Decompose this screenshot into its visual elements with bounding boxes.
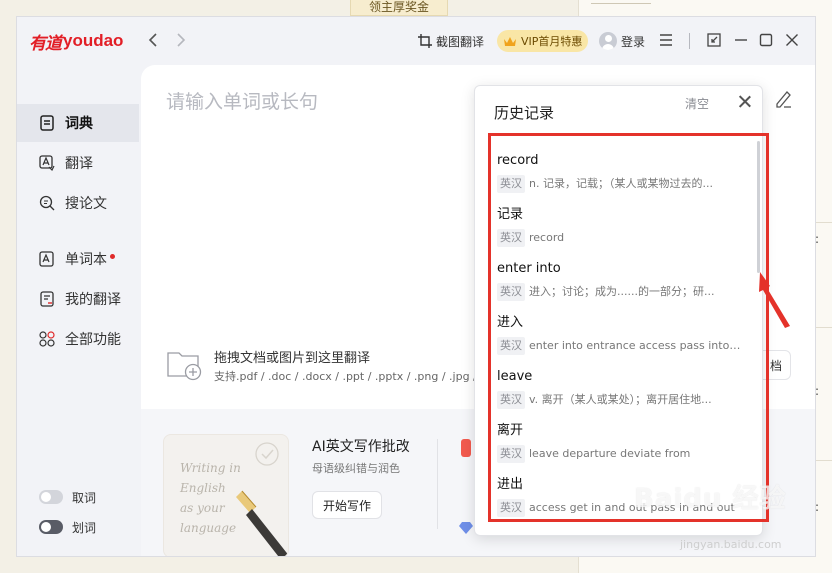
diamond-icon bbox=[459, 522, 473, 534]
background-line bbox=[591, 0, 651, 4]
sidebar-item-dictionary[interactable]: 词典 bbox=[17, 104, 139, 142]
background-mark: : bbox=[815, 500, 820, 514]
folder-add-icon bbox=[167, 352, 202, 381]
logo-chinese: 有道 bbox=[29, 33, 62, 54]
avatar-icon bbox=[599, 32, 617, 50]
menu-button[interactable] bbox=[657, 31, 675, 49]
feature-badge-icon bbox=[461, 439, 471, 457]
search-paper-icon bbox=[38, 194, 56, 212]
close-icon[interactable] bbox=[737, 94, 753, 110]
screenshot-translate-label: 截图翻译 bbox=[436, 34, 485, 49]
handwriting-input-icon[interactable] bbox=[773, 89, 793, 109]
minimize-icon bbox=[735, 39, 747, 41]
login-label: 登录 bbox=[621, 34, 646, 49]
mini-mode-button[interactable] bbox=[705, 31, 723, 49]
sidebar-item-my-translation[interactable]: 我的翻译 bbox=[17, 280, 139, 318]
sidebar-item-label: 单词本 bbox=[65, 252, 107, 268]
handwriting-line: language bbox=[180, 521, 237, 535]
shrink-window-icon bbox=[707, 33, 721, 47]
baidu-watermark: Baidu 经验 bbox=[634, 484, 787, 514]
title-bar: 有道 youdao 截图翻译 VIP首月特惠 登录 bbox=[17, 17, 815, 65]
ai-writing-card-image: Writing in English as your language bbox=[163, 434, 289, 556]
maximize-button[interactable] bbox=[757, 31, 775, 49]
search-input[interactable]: 请输入单词或长句 bbox=[166, 87, 318, 114]
upload-formats: 支持.pdf / .doc / .docx / .ppt / .pptx / .… bbox=[214, 370, 491, 383]
check-stamp-icon bbox=[255, 442, 279, 466]
background-tab: 领主厚奖金 bbox=[350, 0, 448, 16]
annotation-arrow-icon bbox=[759, 272, 790, 328]
chevron-right-icon bbox=[177, 33, 186, 47]
selection-translate-toggle-row: 划词 bbox=[39, 517, 96, 537]
crop-icon bbox=[418, 34, 432, 48]
vip-label: VIP首月特惠 bbox=[521, 35, 583, 48]
my-translation-icon bbox=[38, 290, 56, 308]
sidebar-item-translate[interactable]: 翻译 bbox=[17, 144, 139, 182]
dictionary-icon bbox=[38, 114, 56, 132]
sidebar-item-label: 搜论文 bbox=[65, 196, 107, 212]
start-writing-button[interactable]: 开始写作 bbox=[312, 491, 382, 519]
sidebar-item-label: 词典 bbox=[65, 116, 93, 132]
word-pick-label: 取词 bbox=[72, 490, 97, 505]
back-button[interactable] bbox=[143, 30, 163, 50]
toggle-knob bbox=[41, 522, 51, 532]
handwriting-line: English bbox=[180, 481, 226, 495]
chevron-left-icon bbox=[148, 33, 157, 47]
screenshot-translate-button[interactable]: 截图翻译 bbox=[418, 30, 484, 52]
wordbook-icon bbox=[38, 250, 56, 268]
baidu-watermark-url: jingyan.baidu.com bbox=[680, 538, 782, 551]
all-features-icon bbox=[38, 330, 56, 348]
avatar-head bbox=[604, 35, 612, 42]
close-button[interactable] bbox=[783, 31, 801, 49]
maximize-icon bbox=[759, 33, 773, 47]
history-title: 历史记录 bbox=[494, 104, 555, 122]
toggle-knob bbox=[41, 492, 51, 502]
forward-button[interactable] bbox=[171, 30, 191, 50]
translate-icon bbox=[38, 154, 56, 172]
vip-promo-button[interactable]: VIP首月特惠 bbox=[497, 30, 589, 52]
sidebar-item-all-features[interactable]: 全部功能 bbox=[17, 320, 139, 358]
clear-history-button[interactable]: 清空 bbox=[685, 95, 709, 112]
login-button[interactable]: 登录 bbox=[599, 30, 645, 52]
card-divider bbox=[437, 439, 438, 529]
word-pick-toggle[interactable] bbox=[39, 490, 63, 504]
selection-translate-toggle[interactable] bbox=[39, 520, 63, 534]
highlight-box bbox=[488, 133, 769, 522]
selection-translate-label: 划词 bbox=[72, 520, 97, 535]
background-mark: : bbox=[815, 384, 820, 398]
sidebar-item-label: 我的翻译 bbox=[65, 292, 121, 308]
titlebar-divider bbox=[689, 33, 690, 49]
crown-icon bbox=[504, 36, 516, 46]
fountain-pen-icon bbox=[236, 490, 288, 556]
logo-english: youdao bbox=[63, 31, 124, 50]
close-icon bbox=[786, 34, 798, 46]
background-mark: : bbox=[815, 232, 820, 246]
sidebar-item-label: 翻译 bbox=[65, 156, 93, 172]
handwriting-line: as your bbox=[180, 501, 225, 515]
youdao-logo: 有道 youdao bbox=[29, 31, 124, 54]
avatar-body bbox=[602, 44, 614, 50]
sidebar-item-label: 全部功能 bbox=[65, 332, 121, 348]
ai-writing-title: AI英文写作批改 bbox=[312, 439, 410, 455]
menu-icon bbox=[660, 34, 672, 46]
sidebar-item-wordbook[interactable]: 单词本 bbox=[17, 240, 139, 278]
minimize-button[interactable] bbox=[732, 31, 750, 49]
upload-title: 拖拽文档或图片到这里翻译 bbox=[214, 351, 371, 366]
ai-writing-subtitle: 母语级纠错与润色 bbox=[312, 462, 400, 475]
sidebar-item-search-paper[interactable]: 搜论文 bbox=[17, 184, 139, 222]
handwriting-line: Writing in bbox=[180, 461, 241, 475]
word-pick-toggle-row: 取词 bbox=[39, 487, 96, 507]
notification-dot bbox=[110, 253, 115, 259]
